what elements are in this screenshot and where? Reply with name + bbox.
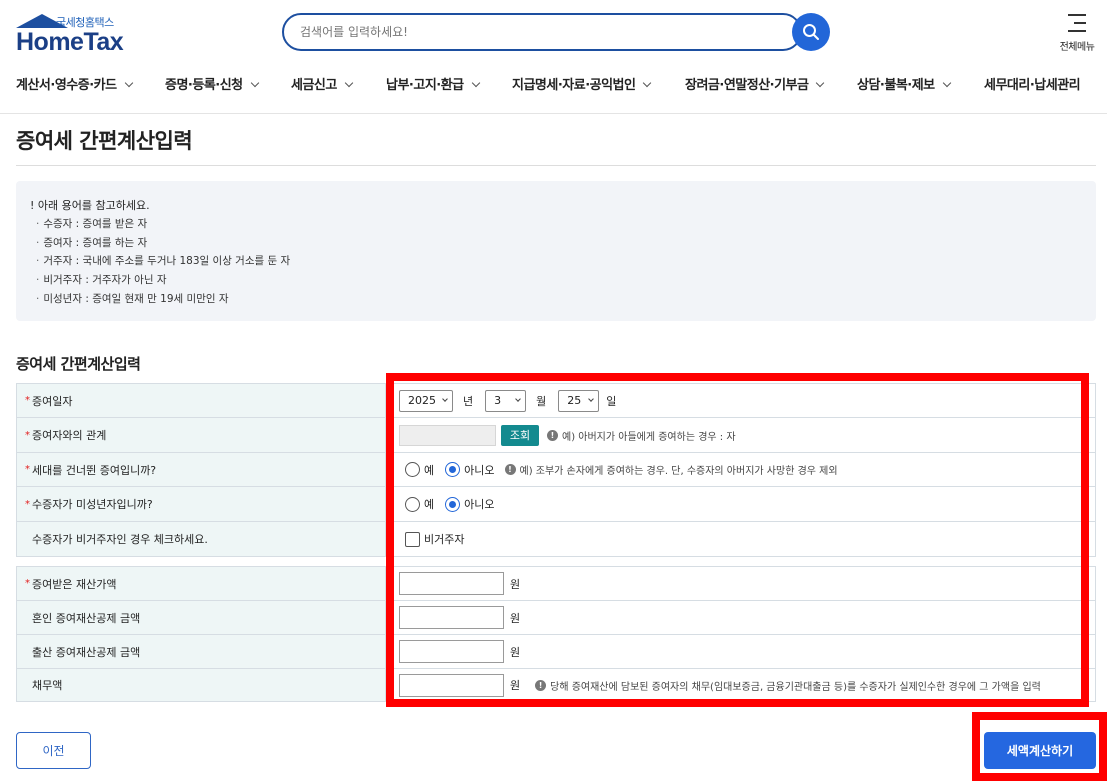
chevron-down-icon: [942, 78, 951, 88]
search-icon: [803, 24, 819, 40]
won-unit: 원: [510, 577, 521, 591]
page-title: 증여세 간편계산입력: [16, 129, 193, 153]
nav-item-payment[interactable]: 납부·고지·환급: [386, 74, 480, 93]
marriage-deduction-label: 혼인 증여재산공제 금액: [16, 601, 386, 634]
nav-item-statement[interactable]: 지급명세·자료·공익법인: [512, 74, 652, 93]
section-title: 증여세 간편계산입력: [16, 355, 141, 373]
info-icon: !: [547, 429, 558, 441]
radio-circle-selected: [445, 462, 461, 477]
gift-amount-label: * 증여받은 재산가액: [16, 567, 386, 600]
radio-circle-selected: [445, 496, 461, 512]
chevron-down-icon: [515, 395, 521, 402]
row-minor: * 수증자가 미성년자입니까? 예 아니오: [16, 487, 1096, 522]
row-nonresident: 수증자가 비거주자인 경우 체크하세요. 비거주자: [16, 522, 1096, 557]
row-birth-deduction: 출산 증여재산공제 금액 원: [16, 635, 1096, 669]
chevron-down-icon: [124, 78, 133, 88]
birth-deduction-input[interactable]: [399, 640, 504, 663]
required-mark: *: [25, 578, 30, 589]
gift-amount-input[interactable]: [399, 572, 504, 595]
row-gift-date: * 증여일자 2025 년 3 월 25 일: [16, 383, 1096, 418]
chevron-down-icon: [588, 395, 595, 402]
chevron-down-icon: [344, 78, 354, 88]
year-unit: 년: [463, 394, 474, 408]
info-box: ! 아래 용어를 참고하세요. 수증자 : 증여를 받은 자 증여자 : 증여를…: [16, 181, 1096, 321]
row-marriage-deduction: 혼인 증여재산공제 금액 원: [16, 601, 1096, 635]
header-divider: [0, 113, 1107, 114]
nav-item-certificate[interactable]: 증명·등록·신청: [165, 74, 259, 93]
required-mark: *: [25, 395, 30, 406]
required-mark: *: [25, 464, 30, 475]
radio-circle: [405, 496, 420, 512]
debt-input[interactable]: [399, 673, 504, 697]
info-item: 증여자 : 증여를 하는 자: [36, 235, 147, 250]
row-debt: 채무액 원 ! 당해 증여재산에 담보된 증여자의 채무(임대보증금, 금융기관대…: [16, 669, 1096, 702]
row-relation: * 증여자와의 관계 조회 ! 예) 아버지가 아들에게 증여하는 경우 : 자: [16, 418, 1096, 453]
minor-no-radio[interactable]: 아니오: [445, 496, 495, 512]
marriage-deduction-input[interactable]: [399, 606, 504, 629]
search-input[interactable]: [282, 13, 802, 51]
info-icon: !: [535, 679, 547, 691]
main-nav: 계산서·영수증·카드 증명·등록·신청 세금신고 납부·고지·환급 지급명세·자…: [0, 68, 1107, 102]
radio-circle: [405, 462, 420, 477]
skip-generation-yes-radio[interactable]: 예: [405, 462, 434, 478]
debt-hint: ! 당해 증여재산에 담보된 증여자의 채무(임대보증금, 금융기관대출금 등)를…: [535, 678, 1041, 693]
debt-label: 채무액: [16, 669, 386, 701]
skip-generation-no-radio[interactable]: 아니오: [445, 462, 495, 478]
minor-yes-radio[interactable]: 예: [405, 496, 434, 512]
nav-item-invoice[interactable]: 계산서·영수증·카드: [16, 74, 133, 93]
checkbox-box: [405, 531, 420, 547]
hometax-logo[interactable]: 국세청홈택스 HomeTax: [16, 12, 136, 56]
nonresident-label: 수증자가 비거주자인 경우 체크하세요.: [16, 522, 386, 556]
skip-generation-hint: ! 예) 조부가 손자에게 증여하는 경우. 단, 수증자의 아버지가 사망한 경…: [504, 462, 838, 477]
won-unit: 원: [510, 679, 521, 692]
relation-hint: ! 예) 아버지가 아들에게 증여하는 경우 : 자: [547, 428, 736, 443]
skip-generation-label: * 세대를 건너뛴 증여입니까?: [16, 453, 386, 486]
required-mark: *: [25, 498, 30, 510]
relation-label: * 증여자와의 관계: [16, 418, 386, 452]
day-select[interactable]: 25: [558, 389, 600, 412]
search-bar: [282, 13, 830, 51]
day-unit: 일: [606, 394, 617, 408]
row-skip-generation: * 세대를 건너뛴 증여입니까? 예 아니오 ! 예) 조부가 손자에게 증여하는 …: [16, 453, 1096, 487]
minor-label: * 수증자가 미성년자입니까?: [16, 487, 386, 521]
month-unit: 월: [536, 394, 547, 408]
calculate-tax-button[interactable]: 세액계산하기: [984, 732, 1096, 769]
won-unit: 원: [510, 645, 521, 659]
chevron-down-icon: [471, 78, 480, 88]
all-menu-button[interactable]: 전체메뉴: [1057, 12, 1097, 53]
nav-item-incentive[interactable]: 장려금·연말정산·기부금: [685, 74, 825, 93]
nonresident-checkbox[interactable]: 비거주자: [405, 531, 464, 547]
nav-item-tax-return[interactable]: 세금신고: [291, 74, 354, 93]
relation-field[interactable]: [399, 424, 496, 446]
chevron-down-icon: [643, 78, 652, 88]
info-item: 비거주자 : 거주자가 아닌 자: [36, 272, 166, 287]
row-gift-amount: * 증여받은 재산가액 원: [16, 566, 1096, 601]
search-button[interactable]: [792, 13, 830, 51]
chevron-down-icon: [816, 78, 825, 88]
nav-item-consult[interactable]: 상담·불복·제보: [857, 74, 951, 93]
month-select[interactable]: 3: [485, 389, 527, 412]
chevron-down-icon: [442, 395, 448, 402]
won-unit: 원: [510, 611, 521, 625]
title-divider: [16, 165, 1096, 166]
info-item: 수증자 : 증여를 받은 자: [36, 216, 147, 231]
birth-deduction-label: 출산 증여재산공제 금액: [16, 635, 386, 668]
logo-text: HomeTax: [16, 28, 124, 56]
info-item: 거주자 : 국내에 주소를 두거나 183일 이상 거소를 둔 자: [36, 253, 290, 268]
gift-date-label: * 증여일자: [16, 384, 386, 417]
info-title: ! 아래 용어를 참고하세요.: [30, 199, 150, 212]
hamburger-icon: [1068, 14, 1086, 38]
info-icon: !: [504, 464, 516, 475]
all-menu-label: 전체메뉴: [1059, 42, 1095, 53]
relation-query-button[interactable]: 조회: [501, 424, 539, 446]
nav-item-agent[interactable]: 세무대리·납세관리: [984, 74, 1081, 93]
year-select[interactable]: 2025: [399, 389, 453, 412]
info-item: 미성년자 : 증여일 현재 만 19세 미만인 자: [36, 291, 228, 306]
chevron-down-icon: [250, 78, 259, 88]
prev-button[interactable]: 이전: [16, 732, 91, 769]
required-mark: *: [25, 429, 30, 441]
